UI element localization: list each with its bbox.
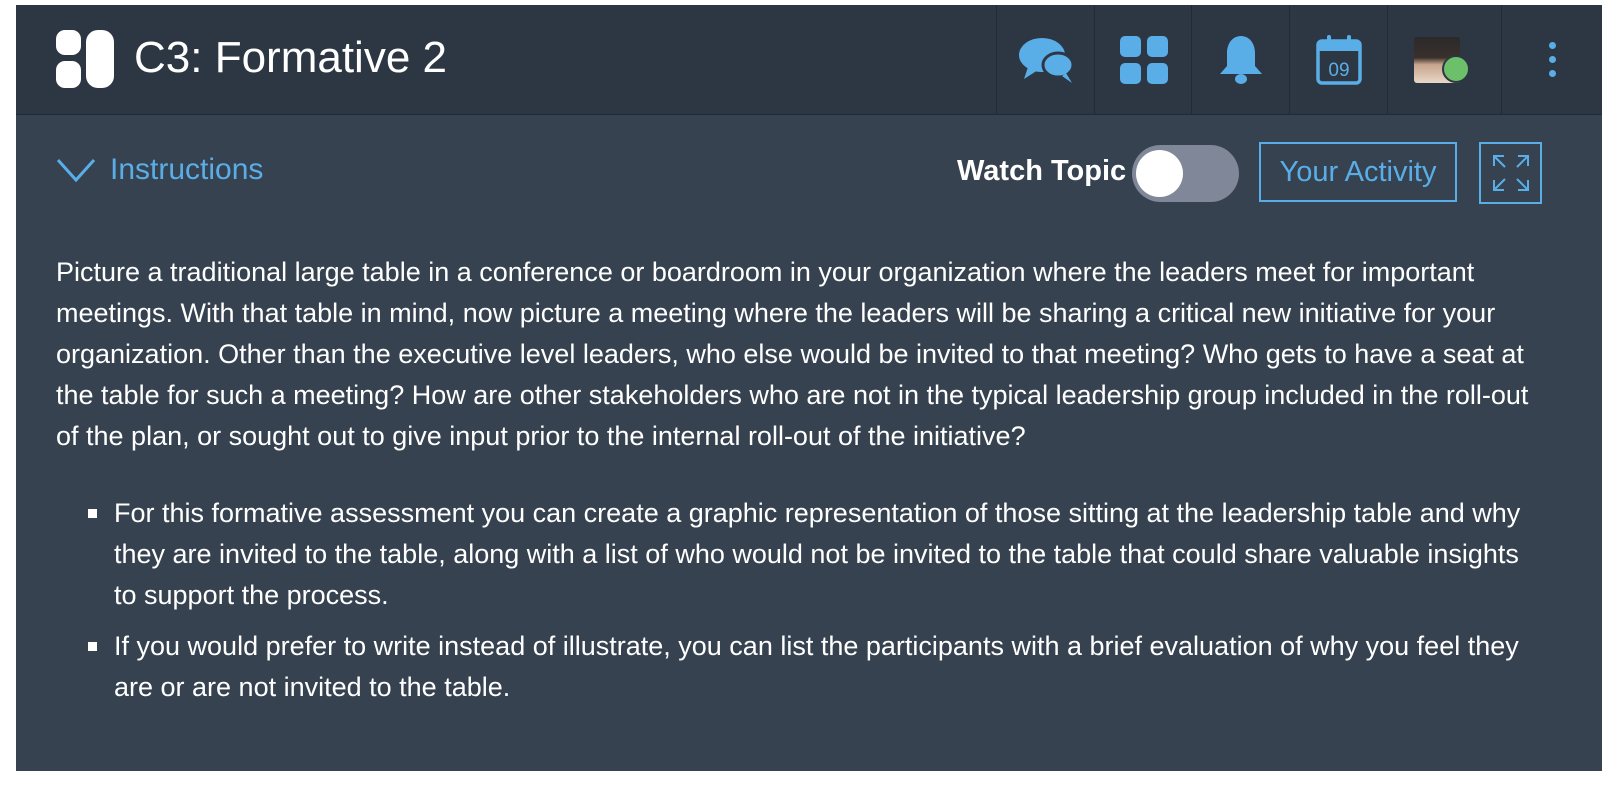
vertical-dots-icon	[1548, 56, 1556, 63]
avatar	[1413, 36, 1470, 83]
your-activity-button[interactable]: Your Activity	[1259, 142, 1457, 202]
instructions-paragraph: Picture a traditional large table in a c…	[56, 257, 1529, 451]
calendar-icon: 09	[1315, 34, 1362, 85]
more-menu-button[interactable]	[1501, 5, 1602, 114]
fullscreen-button[interactable]	[1479, 142, 1542, 204]
expand-icon	[1492, 155, 1529, 191]
online-status-dot	[1441, 54, 1470, 83]
list-item: For this formative assessment you can cr…	[88, 493, 1546, 616]
instructions-content: Picture a traditional large table in a c…	[56, 252, 1546, 718]
vertical-dots-icon	[1548, 42, 1556, 49]
vertical-dots-icon	[1548, 70, 1556, 77]
list-item: If you would prefer to write instead of …	[88, 626, 1546, 708]
app-frame: C3: Formative 2 09 Instructions Watch To…	[16, 5, 1602, 771]
top-navigation-bar: C3: Formative 2 09	[16, 5, 1602, 115]
watch-topic-toggle[interactable]	[1132, 145, 1239, 202]
page-title: C3: Formative 2	[134, 33, 447, 82]
chevron-down-icon	[56, 158, 96, 183]
app-logo[interactable]	[56, 30, 114, 88]
grid-icon	[1119, 35, 1168, 84]
notifications-button[interactable]	[1191, 5, 1289, 114]
apps-button[interactable]	[1094, 5, 1192, 114]
calendar-day: 09	[1328, 60, 1349, 81]
profile-button[interactable]	[1387, 5, 1485, 114]
messages-button[interactable]	[996, 5, 1094, 114]
bell-icon	[1219, 35, 1262, 84]
chat-bubbles-icon	[1018, 37, 1074, 83]
toggle-knob	[1136, 150, 1183, 197]
calendar-button[interactable]: 09	[1289, 5, 1387, 114]
watch-topic-label: Watch Topic	[957, 155, 1127, 187]
instructions-list: For this formative assessment you can cr…	[56, 493, 1546, 708]
instructions-label: Instructions	[110, 153, 264, 186]
instructions-toggle[interactable]: Instructions	[56, 153, 263, 187]
